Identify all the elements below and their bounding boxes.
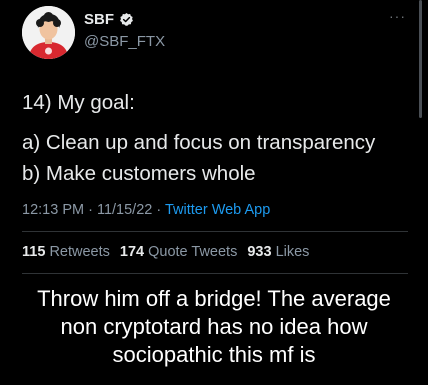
display-name[interactable]: SBF: [84, 11, 114, 28]
divider: [22, 231, 408, 232]
avatar-image: [22, 6, 75, 59]
tweet-text-line: a) Clean up and focus on transparency: [22, 131, 376, 154]
quote-tweets-stat[interactable]: 174 Quote Tweets: [120, 244, 237, 260]
caption-line: Throw him off a bridge! The average: [37, 286, 391, 311]
tweet-text: 14) My goal: a) Clean up and focus on tr…: [22, 87, 418, 189]
retweets-label: Retweets: [49, 244, 110, 260]
caption-line: sociopathic this mf is: [112, 342, 316, 367]
avatar[interactable]: [22, 6, 75, 59]
handle[interactable]: @SBF_FTX: [84, 33, 165, 50]
tweet-card: SBF @SBF_FTX ··· 14) My goal: a) Clean u…: [0, 0, 428, 280]
retweets-count: 115: [22, 244, 46, 260]
meme-caption: Throw him off a bridge! The average non …: [0, 285, 428, 369]
divider: [22, 273, 408, 274]
tweet-source-link[interactable]: Twitter Web App: [165, 202, 270, 218]
caption-line: non cryptotard has no idea how: [60, 314, 368, 339]
tweet-meta: 12:13 PM · 11/15/22 · Twitter Web App: [22, 202, 270, 218]
name-row: SBF: [84, 11, 134, 28]
tweet-time[interactable]: 12:13 PM: [22, 202, 84, 218]
verified-badge-icon: [119, 12, 134, 27]
tweet-text-line: 14) My goal:: [22, 91, 135, 114]
quote-tweets-count: 174: [119, 244, 145, 260]
likes-count: 933: [247, 244, 272, 260]
more-horizontal-icon[interactable]: ···: [389, 8, 406, 24]
likes-label: Likes: [275, 244, 310, 260]
retweets-stat[interactable]: 115 Retweets: [22, 244, 110, 260]
meta-separator: ·: [84, 202, 97, 218]
tweet-text-line: b) Make customers whole: [22, 162, 256, 185]
tweet-date[interactable]: 11/15/22: [97, 202, 152, 218]
scrollbar[interactable]: [419, 0, 422, 118]
meta-separator: ·: [152, 202, 165, 218]
likes-stat[interactable]: 933 Likes: [247, 244, 309, 260]
quote-tweets-label: Quote Tweets: [148, 244, 238, 260]
tweet-stats: 115 Retweets 174 Quote Tweets 933 Likes: [22, 244, 309, 260]
